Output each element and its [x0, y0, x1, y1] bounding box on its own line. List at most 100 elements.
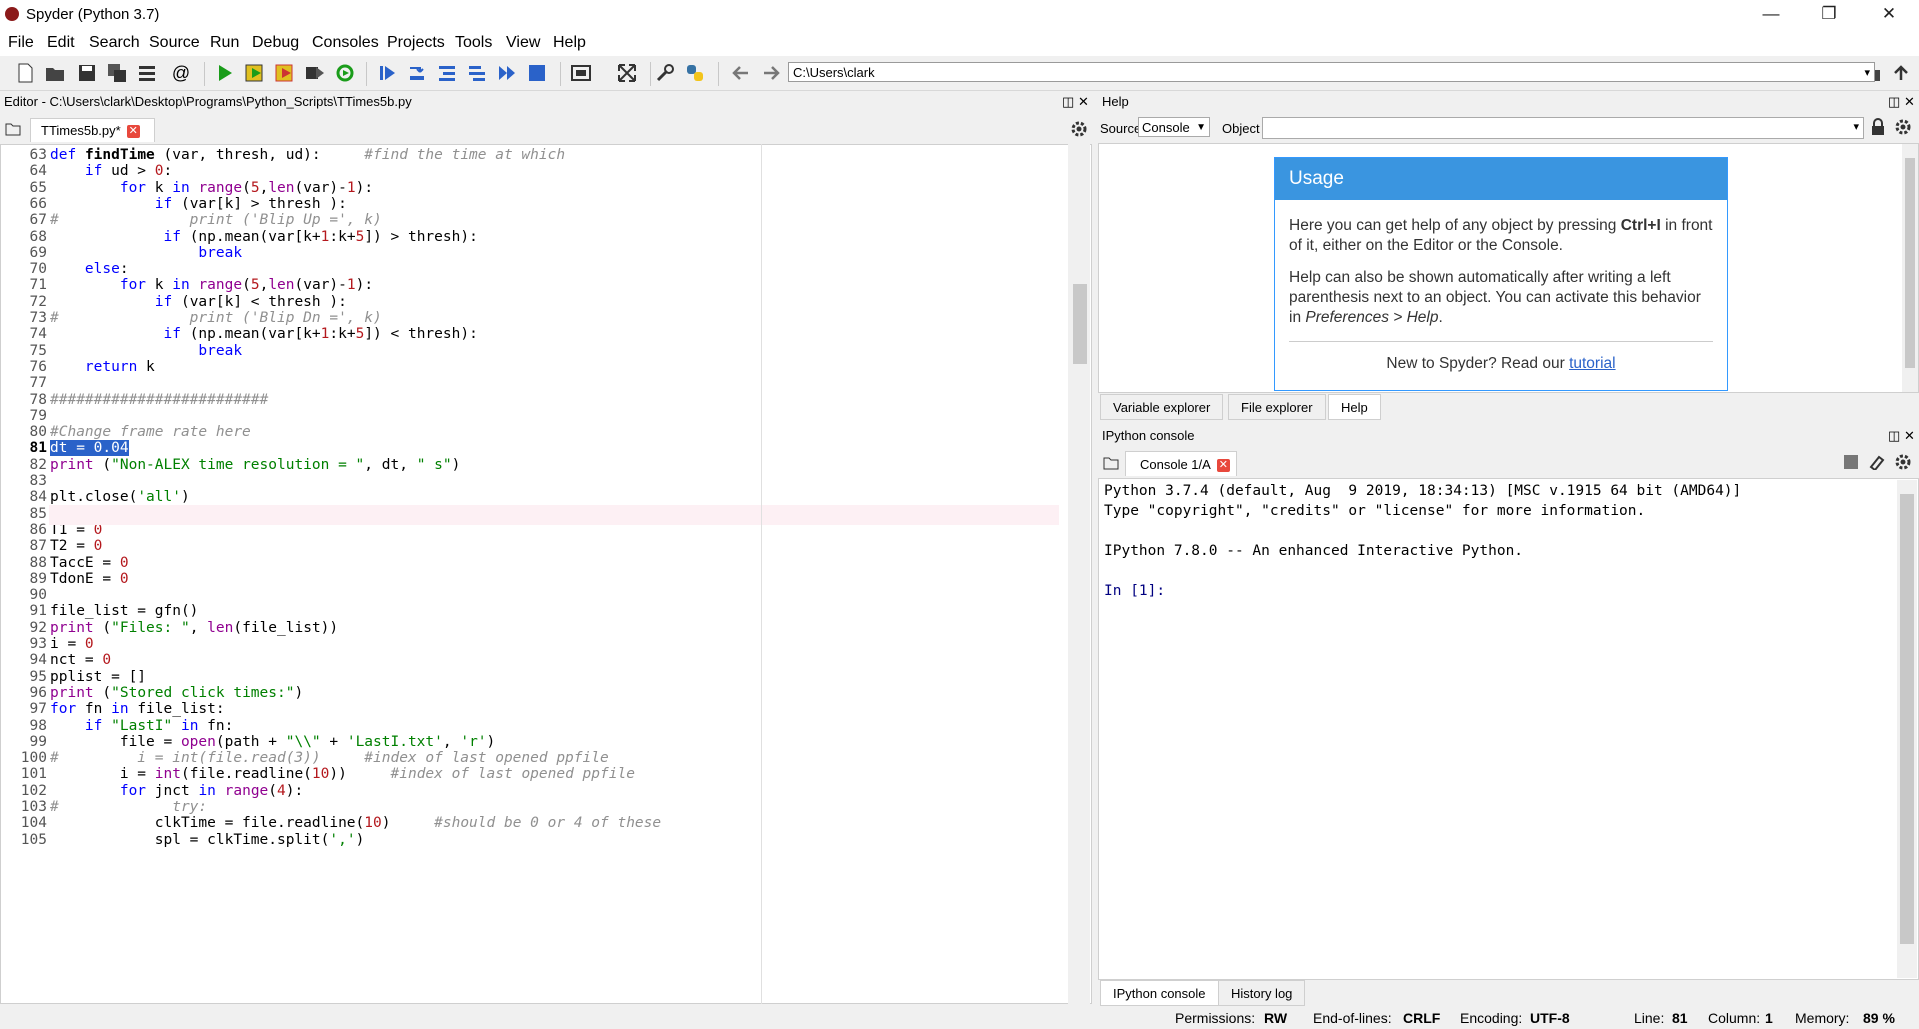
- line-number: 97: [29, 701, 47, 718]
- run-selection-icon[interactable]: [304, 62, 326, 84]
- editor-path: Editor - C:\Users\clark\Desktop\Programs…: [4, 94, 412, 109]
- memory-value: 89 %: [1863, 1010, 1895, 1026]
- code-line: break: [198, 342, 243, 359]
- new-file-icon[interactable]: [14, 62, 36, 84]
- help-scrollbar-thumb[interactable]: [1905, 158, 1915, 368]
- back-arrow-icon[interactable]: [730, 62, 752, 84]
- line-number: 103: [20, 799, 47, 815]
- python-path-icon[interactable]: [684, 62, 706, 84]
- close-pane-icon[interactable]: ✕: [1904, 92, 1915, 112]
- code-line: if ud > 0:: [84, 163, 173, 180]
- step-return-icon[interactable]: [466, 62, 488, 84]
- menu-run[interactable]: Run: [210, 34, 239, 52]
- column-label: Column:: [1708, 1010, 1761, 1026]
- fullscreen-icon[interactable]: [616, 62, 638, 84]
- lock-icon[interactable]: [1870, 118, 1886, 136]
- close-button[interactable]: ✕: [1866, 0, 1912, 30]
- tab-file-explorer[interactable]: File explorer: [1228, 394, 1326, 420]
- menu-tools[interactable]: Tools: [455, 34, 492, 52]
- code-editor[interactable]: 63 64 65 66 67 68 69 70 71 72 73 74 75 76 77 78 79 80 81 82…: [0, 144, 1092, 1004]
- debug-icon[interactable]: [376, 62, 398, 84]
- undock-icon[interactable]: ◫: [1888, 426, 1900, 446]
- step-into-icon[interactable]: [436, 62, 458, 84]
- menu-consoles[interactable]: Consoles: [312, 34, 379, 52]
- minimize-button[interactable]: —: [1748, 0, 1794, 30]
- browse-tabs-icon[interactable]: [1103, 456, 1119, 470]
- undock-icon[interactable]: ◫: [1062, 92, 1074, 112]
- line-number: 88: [29, 554, 47, 571]
- menu-source[interactable]: Source: [149, 34, 200, 52]
- console-pane-title: IPython console: [1102, 428, 1195, 443]
- title-bar: Spyder (Python 3.7) — ❐ ✕: [0, 0, 1919, 30]
- interrupt-kernel-icon[interactable]: [1844, 455, 1858, 469]
- chevron-down-icon[interactable]: ▾: [1864, 63, 1870, 83]
- close-tab-icon[interactable]: ✕: [126, 125, 140, 139]
- tab-history-log[interactable]: History log: [1218, 980, 1306, 1006]
- code-line: if (var[k] > thresh ):: [154, 195, 347, 212]
- tab-help[interactable]: Help: [1328, 394, 1381, 420]
- editor-tab[interactable]: TTimes5b.py* ✕: [30, 118, 155, 142]
- maximize-button[interactable]: ❐: [1806, 0, 1852, 30]
- undock-icon[interactable]: ◫: [1888, 92, 1900, 112]
- console-tab[interactable]: Console 1/A ✕: [1125, 451, 1237, 476]
- console-scrollbar-thumb[interactable]: [1900, 494, 1914, 944]
- file-list-icon[interactable]: [136, 62, 158, 84]
- console-tab-label: Console 1/A: [1140, 457, 1211, 472]
- line-number: 80: [29, 424, 47, 441]
- code-line: break: [198, 244, 243, 261]
- code-line: # try:: [50, 799, 208, 815]
- usage-paragraph-1: Here you can get help of any object by p…: [1289, 216, 1713, 256]
- menu-view[interactable]: View: [506, 34, 540, 52]
- console-scrollbar[interactable]: [1897, 480, 1917, 978]
- line-number: 72: [29, 293, 47, 310]
- run-icon[interactable]: [214, 62, 236, 84]
- save-all-icon[interactable]: [106, 62, 128, 84]
- menu-help[interactable]: Help: [553, 34, 586, 52]
- open-file-icon[interactable]: [44, 62, 66, 84]
- close-tab-icon[interactable]: ✕: [1216, 459, 1230, 473]
- menu-search[interactable]: Search: [89, 34, 140, 52]
- browse-tabs-icon[interactable]: [5, 122, 21, 136]
- tab-variable-explorer[interactable]: Variable explorer: [1100, 394, 1224, 420]
- help-scrollbar[interactable]: [1902, 144, 1918, 392]
- step-icon[interactable]: [406, 62, 428, 84]
- editor-scrollbar[interactable]: [1068, 144, 1090, 1004]
- code-line: def findTime (var, thresh, ud): #find th…: [50, 147, 566, 163]
- line-number: 81: [29, 440, 47, 457]
- save-icon[interactable]: [76, 62, 98, 84]
- maximize-pane-icon[interactable]: [570, 62, 592, 84]
- prompt-text: In [1]:: [1104, 583, 1166, 599]
- code-line: i = 0: [50, 636, 94, 652]
- run-cell-icon[interactable]: [244, 62, 266, 84]
- console-options-gear-icon[interactable]: [1894, 453, 1912, 471]
- object-input[interactable]: ▾: [1262, 117, 1864, 139]
- menu-projects[interactable]: Projects: [387, 34, 445, 52]
- close-pane-icon[interactable]: ✕: [1904, 426, 1915, 446]
- run-cell-advance-icon[interactable]: [274, 62, 296, 84]
- forward-arrow-icon[interactable]: [760, 62, 782, 84]
- at-icon[interactable]: @: [170, 62, 192, 84]
- continue-icon[interactable]: [496, 62, 518, 84]
- working-directory-input[interactable]: C:\Users\clark ▾: [788, 62, 1875, 82]
- tutorial-link[interactable]: tutorial: [1569, 355, 1616, 372]
- parent-dir-icon[interactable]: [1890, 62, 1912, 84]
- editor-options-gear-icon[interactable]: [1070, 120, 1088, 138]
- preferences-icon[interactable]: [654, 62, 676, 84]
- line-number: 84: [29, 489, 47, 506]
- help-options-gear-icon[interactable]: [1894, 118, 1912, 136]
- editor-scrollbar-thumb[interactable]: [1073, 284, 1087, 364]
- menu-file[interactable]: File: [8, 34, 34, 52]
- tab-ipython-console[interactable]: IPython console: [1100, 980, 1219, 1006]
- console-prompt[interactable]: In [1]:: [1104, 583, 1165, 599]
- line-number: 68: [29, 228, 47, 245]
- source-select[interactable]: Console ▼: [1138, 117, 1210, 137]
- clear-console-icon[interactable]: [1868, 454, 1886, 470]
- code-line: TaccE = 0: [50, 554, 129, 571]
- close-pane-icon[interactable]: ✕: [1078, 92, 1089, 112]
- rerun-icon[interactable]: [334, 62, 356, 84]
- menu-debug[interactable]: Debug: [252, 34, 299, 52]
- chevron-down-icon[interactable]: ▾: [1853, 120, 1859, 133]
- menu-edit[interactable]: Edit: [47, 34, 75, 52]
- code-line: T2 = 0: [50, 538, 103, 555]
- stop-icon[interactable]: [526, 62, 548, 84]
